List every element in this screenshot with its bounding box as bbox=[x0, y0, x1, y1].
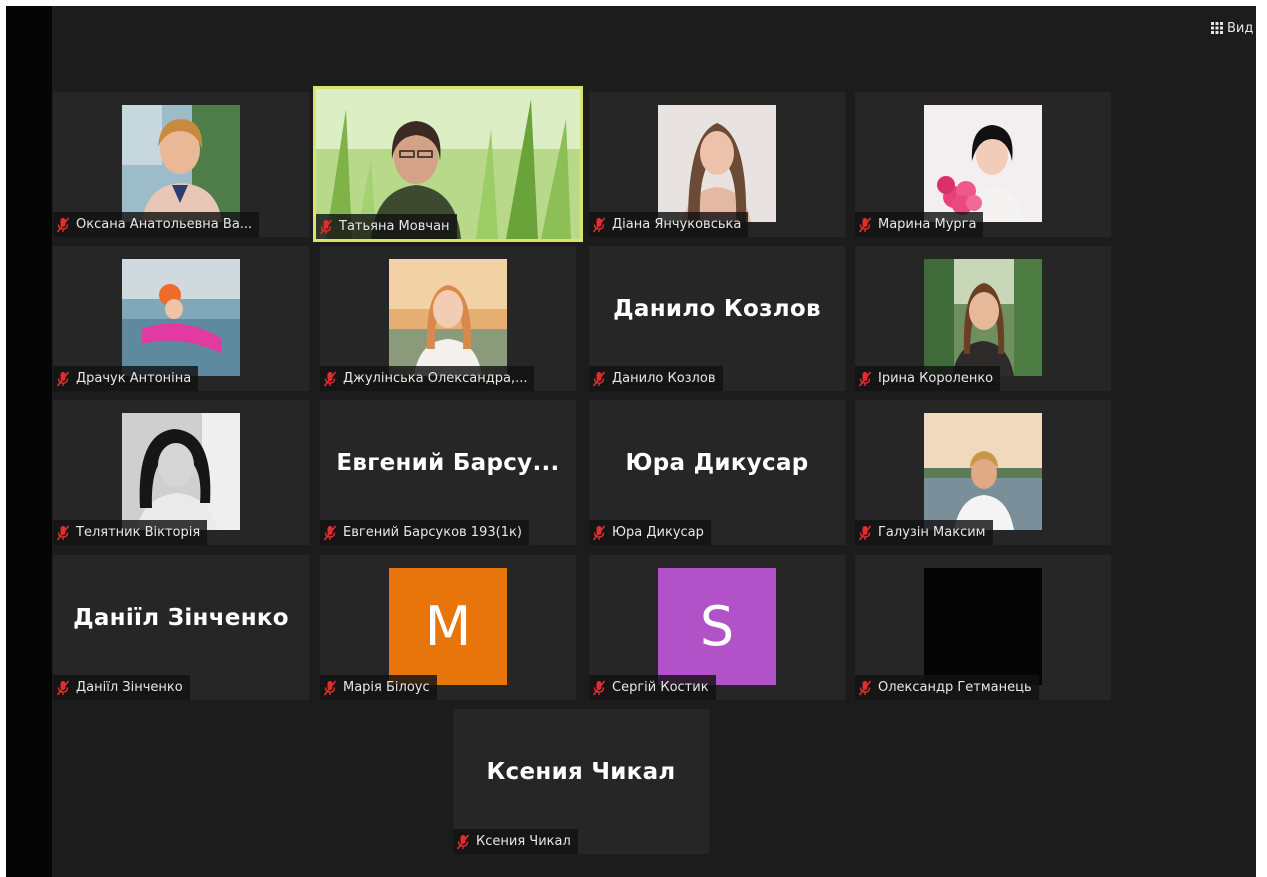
participant-photo bbox=[924, 259, 1042, 376]
participant-tile[interactable]: Діана Янчуковська bbox=[589, 92, 845, 237]
grid-view-icon bbox=[1211, 22, 1223, 34]
participant-tile[interactable]: M Марія Білоус bbox=[320, 555, 576, 700]
participant-name-label: Евгений Барсуков 193(1к) bbox=[320, 520, 529, 545]
muted-mic-icon bbox=[323, 525, 337, 540]
participant-name-label: Олександр Гетманець bbox=[855, 675, 1039, 700]
participant-name: Марина Мурга bbox=[878, 217, 977, 232]
participant-name: Даніїл Зінченко bbox=[76, 680, 183, 695]
participant-name: Ксения Чикал bbox=[476, 834, 571, 849]
participant-name-label: Драчук Антоніна bbox=[53, 366, 199, 391]
zoom-meeting-window: Вид Оксана Анатольевна Ва... Татьяна Мов… bbox=[6, 6, 1256, 877]
participant-name-label: Сергій Костик bbox=[589, 675, 716, 700]
participant-name: Ірина Короленко bbox=[878, 371, 994, 386]
muted-mic-icon bbox=[858, 525, 872, 540]
participant-photo bbox=[924, 413, 1042, 530]
participant-name: Юра Дикусар bbox=[612, 525, 704, 540]
participant-tile[interactable]: Даніїл Зінченко Даніїл Зінченко bbox=[53, 555, 309, 700]
participant-photo bbox=[658, 105, 776, 222]
participant-display-name: Даніїл Зінченко bbox=[73, 605, 289, 631]
muted-mic-icon bbox=[323, 371, 337, 386]
muted-mic-icon bbox=[592, 371, 606, 386]
participant-name: Драчук Антоніна bbox=[76, 371, 192, 386]
participant-name-label: Діана Янчуковська bbox=[589, 212, 749, 237]
participant-name-label: Татьяна Мовчан bbox=[316, 214, 457, 239]
participant-tile[interactable]: Олександр Гетманець bbox=[855, 555, 1111, 700]
participant-display-name: Юра Дикусар bbox=[625, 450, 809, 476]
view-button-label: Вид bbox=[1227, 20, 1254, 36]
participant-photo bbox=[122, 413, 240, 530]
participant-tile[interactable]: S Сергій Костик bbox=[589, 555, 845, 700]
participant-tile[interactable]: Оксана Анатольевна Ва... bbox=[53, 92, 309, 237]
muted-mic-icon bbox=[56, 525, 70, 540]
participant-name: Сергій Костик bbox=[612, 680, 709, 695]
participant-tile[interactable]: Ксения Чикал Ксения Чикал bbox=[453, 709, 709, 854]
participant-photo bbox=[924, 105, 1042, 222]
participant-tile[interactable]: Евгений Барсу... Евгений Барсуков 193(1к… bbox=[320, 400, 576, 545]
muted-mic-icon bbox=[858, 371, 872, 386]
muted-mic-icon bbox=[858, 217, 872, 232]
participant-name: Телятник Вікторія bbox=[76, 525, 201, 540]
muted-mic-icon bbox=[592, 680, 606, 695]
participant-tile[interactable]: Галузін Максим bbox=[855, 400, 1111, 545]
participant-name-label: Галузін Максим bbox=[855, 520, 993, 545]
participant-name: Джулінська Олександра,... bbox=[343, 371, 528, 386]
participant-photo bbox=[122, 259, 240, 376]
participant-name: Татьяна Мовчан bbox=[339, 219, 450, 234]
participant-name: Оксана Анатольевна Ва... bbox=[76, 217, 253, 232]
participant-name-label: Ірина Короленко bbox=[855, 366, 1001, 391]
participant-tile[interactable]: Джулінська Олександра,... bbox=[320, 246, 576, 391]
muted-mic-icon bbox=[592, 217, 606, 232]
participant-name: Олександр Гетманець bbox=[878, 680, 1032, 695]
muted-mic-icon bbox=[858, 680, 872, 695]
muted-mic-icon bbox=[56, 217, 70, 232]
participant-name: Діана Янчуковська bbox=[612, 217, 742, 232]
view-button[interactable]: Вид bbox=[1211, 18, 1253, 38]
participant-tile[interactable]: Драчук Антоніна bbox=[53, 246, 309, 391]
participant-tile[interactable]: Марина Мурга bbox=[855, 92, 1111, 237]
participant-tile[interactable]: Ірина Короленко bbox=[855, 246, 1111, 391]
participant-tile[interactable]: Юра Дикусар Юра Дикусар bbox=[589, 400, 845, 545]
black-video-feed bbox=[924, 568, 1042, 685]
muted-mic-icon bbox=[323, 680, 337, 695]
letter-avatar: M bbox=[389, 568, 507, 685]
muted-mic-icon bbox=[319, 219, 333, 234]
participant-name-label: Телятник Вікторія bbox=[53, 520, 208, 545]
letter-avatar: S bbox=[658, 568, 776, 685]
participant-photo bbox=[122, 105, 240, 222]
muted-mic-icon bbox=[592, 525, 606, 540]
participant-name-label: Даніїл Зінченко bbox=[53, 675, 190, 700]
muted-mic-icon bbox=[56, 371, 70, 386]
participant-name-label: Марина Мурга bbox=[855, 212, 984, 237]
participant-name-label: Марія Білоус bbox=[320, 675, 437, 700]
muted-mic-icon bbox=[56, 680, 70, 695]
participant-display-name: Евгений Барсу... bbox=[336, 450, 560, 476]
participant-name-label: Данило Козлов bbox=[589, 366, 723, 391]
participant-name: Марія Білоус bbox=[343, 680, 430, 695]
participant-display-name: Ксения Чикал bbox=[486, 759, 676, 785]
participant-name: Галузін Максим bbox=[878, 525, 986, 540]
active-speaker-tile[interactable]: Татьяна Мовчан bbox=[313, 86, 583, 242]
participant-name-label: Юра Дикусар bbox=[589, 520, 711, 545]
participant-tile[interactable]: Данило Козлов Данило Козлов bbox=[589, 246, 845, 391]
participant-photo bbox=[389, 259, 507, 376]
participant-name: Евгений Барсуков 193(1к) bbox=[343, 525, 522, 540]
participant-name-label: Оксана Анатольевна Ва... bbox=[53, 212, 260, 237]
participant-name: Данило Козлов bbox=[612, 371, 716, 386]
participant-tile[interactable]: Телятник Вікторія bbox=[53, 400, 309, 545]
muted-mic-icon bbox=[456, 834, 470, 849]
participant-display-name: Данило Козлов bbox=[613, 296, 821, 322]
participant-name-label: Ксения Чикал bbox=[453, 829, 578, 854]
participant-name-label: Джулінська Олександра,... bbox=[320, 366, 535, 391]
left-edge-strip bbox=[6, 6, 52, 877]
